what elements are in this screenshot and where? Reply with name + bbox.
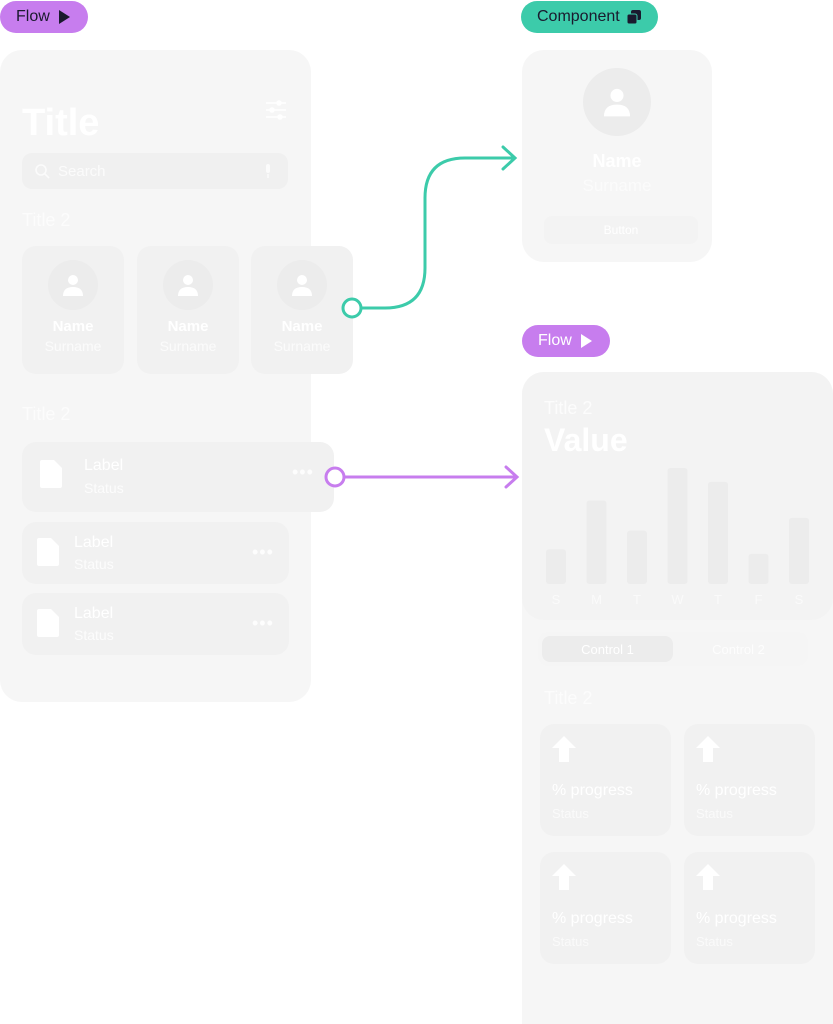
- x-tick-label: T: [714, 592, 722, 607]
- play-icon: [58, 10, 70, 24]
- bar-0: [546, 549, 566, 584]
- copy-icon: [626, 10, 641, 25]
- file-label: Label: [74, 534, 114, 551]
- person-name: Name: [167, 318, 209, 335]
- play-icon: [580, 334, 592, 348]
- component-button[interactable]: Button: [544, 216, 698, 244]
- more-options-icon[interactable]: •••: [292, 462, 314, 483]
- more-options-icon[interactable]: •••: [252, 613, 274, 634]
- document-icon: [37, 538, 59, 566]
- section-title-files: Title 2: [22, 404, 71, 424]
- person-card[interactable]: Name Surname: [22, 246, 124, 374]
- control-1-tab[interactable]: Control 1: [542, 636, 673, 662]
- avatar: [583, 68, 651, 136]
- search-icon: [35, 164, 50, 179]
- person-surname: Surname: [159, 338, 217, 354]
- flow-badge-top[interactable]: Flow: [0, 1, 88, 33]
- control-2-tab[interactable]: Control 2: [673, 636, 804, 662]
- stats-title: Title 2: [544, 688, 593, 708]
- x-tick-label: S: [552, 592, 561, 607]
- stat-status: Status: [552, 934, 589, 949]
- file-label: Label: [74, 605, 114, 622]
- bar-1: [586, 500, 607, 584]
- flow-badge-label: Flow: [538, 332, 572, 349]
- file-status: Status: [84, 480, 124, 496]
- arrow-up-icon: [696, 736, 720, 762]
- stat-value: % progress: [696, 782, 777, 799]
- person-name: Name: [592, 151, 642, 171]
- section-title-people: Title 2: [22, 210, 71, 230]
- component-connector: [341, 145, 518, 319]
- screen-dashboard-panel: Title 2 Value SMTWTFS Control 1 Control …: [522, 372, 833, 1024]
- bar-3: [667, 468, 688, 584]
- more-options-icon[interactable]: •••: [252, 542, 274, 563]
- page-title: Title: [22, 102, 100, 144]
- x-tick-label: F: [755, 592, 763, 607]
- user-icon: [63, 275, 83, 296]
- person-name: Name: [52, 318, 94, 335]
- bar-6: [789, 517, 809, 584]
- flow-badge-bottom[interactable]: Flow: [522, 325, 610, 357]
- stat-card[interactable]: % progress Status: [540, 724, 671, 836]
- document-icon: [37, 609, 59, 637]
- flow-badge-label: Flow: [16, 8, 50, 25]
- chart-card: Title 2 Value SMTWTFS: [522, 372, 833, 620]
- bar-2: [627, 530, 647, 584]
- avatar: [163, 260, 213, 310]
- arrow-up-icon: [552, 736, 576, 762]
- arrow-up-icon: [696, 864, 720, 890]
- document-icon: [40, 460, 62, 488]
- component-badge[interactable]: Component: [521, 1, 658, 33]
- microphone-icon[interactable]: [260, 163, 276, 179]
- segmented-control: Control 1 Control 2: [538, 632, 808, 666]
- bar-5: [748, 553, 769, 584]
- x-tick-label: T: [633, 592, 641, 607]
- filter-icon[interactable]: [264, 98, 288, 122]
- file-list-item[interactable]: Label Status •••: [22, 522, 289, 584]
- avatar: [277, 260, 327, 310]
- file-list-item[interactable]: Label Status •••: [22, 593, 289, 655]
- component-person-card: Name Surname Button: [522, 50, 712, 262]
- search-placeholder: Search: [58, 162, 106, 180]
- stat-value: % progress: [552, 910, 633, 927]
- x-tick-label: S: [795, 592, 804, 607]
- user-icon: [178, 275, 198, 296]
- person-card[interactable]: Name Surname: [251, 246, 353, 374]
- stat-card[interactable]: % progress Status: [684, 852, 815, 964]
- stat-status: Status: [696, 934, 733, 949]
- search-input[interactable]: Search: [22, 153, 288, 189]
- stat-status: Status: [696, 806, 733, 821]
- stat-card[interactable]: % progress Status: [684, 724, 815, 836]
- stat-status: Status: [552, 806, 589, 821]
- file-list-item[interactable]: Label Status •••: [22, 442, 334, 512]
- person-surname: Surname: [582, 176, 652, 195]
- person-card[interactable]: Name Surname: [137, 246, 239, 374]
- file-status: Status: [74, 627, 114, 643]
- x-tick-label: M: [591, 592, 602, 607]
- bar-4: [708, 481, 728, 584]
- file-label: Label: [84, 457, 124, 474]
- person-surname: Surname: [273, 338, 331, 354]
- person-name: Name: [281, 318, 323, 335]
- avatar: [48, 260, 98, 310]
- arrow-up-icon: [552, 864, 576, 890]
- stat-value: % progress: [552, 782, 633, 799]
- flow-connector: [324, 465, 520, 489]
- user-icon: [603, 88, 631, 117]
- file-status: Status: [74, 556, 114, 572]
- user-icon: [292, 275, 312, 296]
- x-tick-label: W: [671, 592, 684, 607]
- person-surname: Surname: [44, 338, 102, 354]
- screen-list-panel: Title Search Title 2 Name Surname Name S…: [0, 50, 353, 702]
- bar-chart: SMTWTFS: [546, 468, 809, 607]
- stat-value: % progress: [696, 910, 777, 927]
- stat-card[interactable]: % progress Status: [540, 852, 671, 964]
- component-badge-label: Component: [537, 8, 620, 25]
